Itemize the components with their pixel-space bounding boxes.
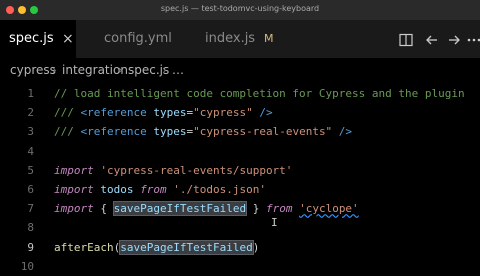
code-token: "cypress-real-events" xyxy=(193,125,333,139)
close-tab-icon[interactable]: × xyxy=(62,20,74,58)
code-token: /> xyxy=(332,125,353,139)
code-token: afterEach xyxy=(54,240,114,254)
code-token: './todos.json' xyxy=(173,183,266,196)
code-editor[interactable]: 1 // load intelligent code completion for… xyxy=(0,84,480,273)
line-number: 5 xyxy=(27,163,34,177)
code-token: /// xyxy=(54,106,81,120)
code-token: 'cyclope' xyxy=(299,202,359,216)
line-number: 6 xyxy=(27,183,34,196)
code-text: import todos from './todos.json' xyxy=(54,180,266,199)
code-token: 'cypress-real-events/support' xyxy=(100,163,293,177)
breadcrumb-separator: › xyxy=(118,63,123,77)
tab-label: config.yml xyxy=(104,31,172,46)
code-token: "cypress" xyxy=(193,106,253,120)
line-number: 1 xyxy=(27,87,34,100)
code-token: <reference xyxy=(80,125,147,139)
code-token: savePageIfTestFailed xyxy=(112,201,248,217)
code-token: /// xyxy=(54,125,81,139)
tab-label: index.js xyxy=(205,31,256,46)
code-token: <reference xyxy=(80,106,147,120)
code-token: todos xyxy=(100,183,134,196)
code-line[interactable]: 3 /// <reference types="cypress-real-even… xyxy=(0,122,480,141)
code-line[interactable]: 10 xyxy=(0,257,480,276)
line-number: 7 xyxy=(27,202,34,216)
tab-bar: spec.js × config.yml index.js M xyxy=(0,20,480,58)
line-number: 3 xyxy=(27,125,34,139)
title-bar: spec.js — test-todomvc-using-keyboard xyxy=(0,0,480,20)
tab-config-yml[interactable]: config.yml xyxy=(104,20,172,58)
code-token: import xyxy=(54,202,94,216)
code-line[interactable]: 7 import { savePageIfTestFailed } from 'c… xyxy=(0,199,480,218)
breadcrumb-item-more[interactable]: … xyxy=(172,58,184,82)
modified-indicator: M xyxy=(264,32,274,45)
more-actions-icon[interactable] xyxy=(466,32,480,48)
code-text: afterEach(savePageIfTestFailed) xyxy=(54,238,259,257)
code-token: // load intelligent code completion for … xyxy=(54,87,465,100)
breadcrumb: cypress › integration › spec.js › … xyxy=(0,58,480,82)
line-number: 10 xyxy=(20,259,34,273)
breadcrumb-separator: › xyxy=(162,63,167,77)
line-number: 4 xyxy=(27,144,34,158)
code-text: /// <reference types="cypress-real-event… xyxy=(54,122,352,141)
line-number: 8 xyxy=(27,221,34,235)
code-token: } xyxy=(246,202,266,216)
go-forward-icon[interactable] xyxy=(446,32,462,48)
code-token: from xyxy=(265,202,293,216)
text-cursor-icon: I xyxy=(271,216,278,229)
code-text: import 'cypress-real-events/support' xyxy=(54,161,292,180)
tab-index-js[interactable]: index.js xyxy=(205,20,255,58)
breadcrumb-item-cypress[interactable]: cypress xyxy=(10,58,56,82)
code-line[interactable]: 4 xyxy=(0,142,480,161)
line-number: 9 xyxy=(27,240,34,254)
window-title: spec.js — test-todomvc-using-keyboard xyxy=(160,4,320,13)
code-token: types xyxy=(153,125,187,139)
code-line[interactable]: 5 import 'cypress-real-events/support' xyxy=(0,161,480,180)
code-token: types xyxy=(153,106,187,120)
code-text: import { savePageIfTestFailed } from 'cy… xyxy=(54,199,359,218)
code-line[interactable]: 2 /// <reference types="cypress" /> xyxy=(0,103,480,122)
split-editor-icon[interactable] xyxy=(398,32,414,48)
code-token: from xyxy=(140,183,167,196)
code-line[interactable]: 9 afterEach(savePageIfTestFailed) xyxy=(0,238,480,257)
breadcrumb-separator: › xyxy=(52,63,57,77)
code-line[interactable]: 8 xyxy=(0,218,480,237)
code-line[interactable]: 1 // load intelligent code completion for… xyxy=(0,84,480,103)
tab-label: spec.js xyxy=(9,31,54,46)
go-back-icon[interactable] xyxy=(424,32,440,48)
tab-spec-js[interactable]: spec.js × xyxy=(0,20,76,58)
line-number: 2 xyxy=(27,106,34,120)
code-token: import xyxy=(54,163,94,177)
code-token: ) xyxy=(252,240,260,254)
code-token: /> xyxy=(252,106,273,120)
code-token: savePageIfTestFailed xyxy=(119,239,254,255)
code-line[interactable]: 6 import todos from './todos.json' xyxy=(0,180,480,199)
code-token: import xyxy=(54,183,94,196)
code-token: { xyxy=(93,202,114,216)
code-text: /// <reference types="cypress" /> xyxy=(54,103,273,122)
code-text: // load intelligent code completion for … xyxy=(54,84,465,103)
